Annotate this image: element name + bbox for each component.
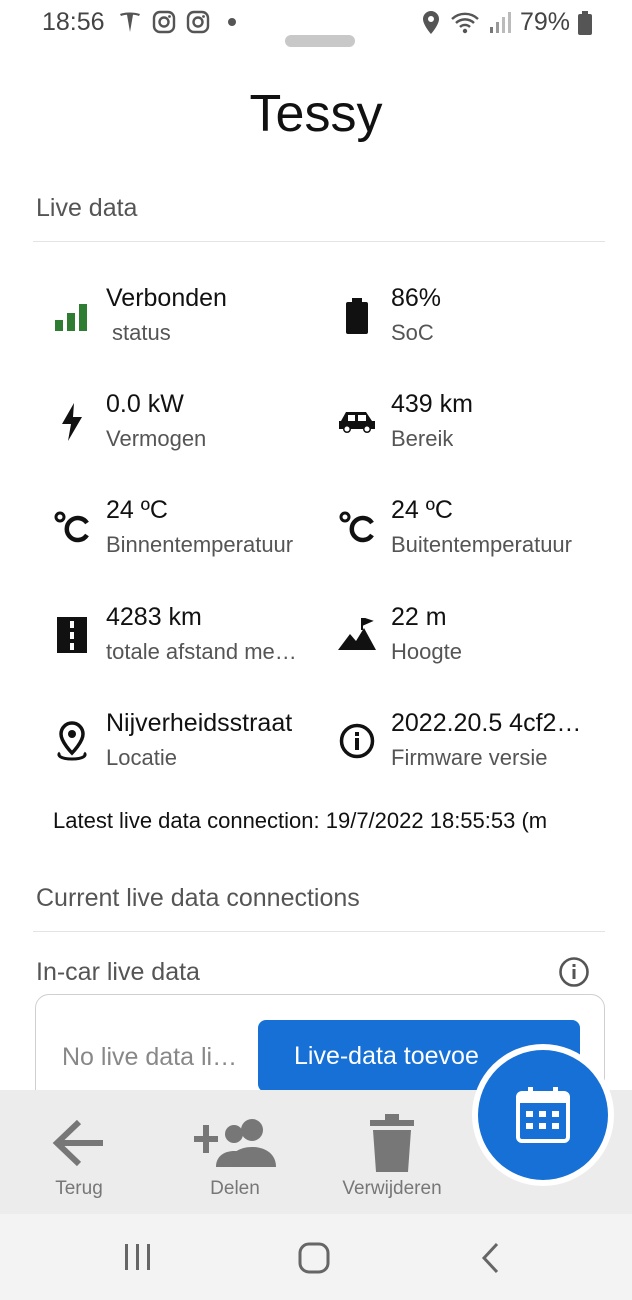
live-item-status: Verbonden status (52, 284, 312, 364)
lightning-icon (52, 402, 92, 442)
live-item-outside-temp: 24 ºC Buitentemperatuur (337, 496, 597, 576)
status-icons-left (118, 10, 244, 34)
live-item-power: 0.0 kW Vermogen (52, 390, 312, 470)
live-item-inside-temp: 24 ºC Binnentemperatuur (52, 496, 312, 576)
live-item-value: 0.0 kW (106, 390, 184, 418)
sheet-grab-handle[interactable] (285, 35, 355, 47)
live-item-value: Nijverheidsstraat (106, 709, 293, 737)
live-item-label: SoC (391, 320, 434, 345)
live-item-location: Nijverheidsstraat Locatie (52, 709, 312, 789)
fab-body (478, 1050, 608, 1180)
live-item-value: 4283 km (106, 603, 202, 631)
live-item-firmware: 2022.20.5 4cf2… Firmware versie (337, 709, 597, 789)
instagram-icon (186, 10, 210, 34)
calendar-icon (516, 1087, 570, 1143)
live-item-soc: 86% SoC (337, 284, 597, 364)
live-item-value: 86% (391, 284, 442, 312)
system-nav-bar (0, 1214, 632, 1300)
home-icon[interactable] (298, 1242, 330, 1279)
arrow-left-icon (38, 1108, 120, 1178)
live-item-label: Firmware versie (391, 745, 548, 770)
live-item-label: Bereik (391, 426, 454, 451)
tesla-icon (120, 12, 140, 32)
live-item-value: 22 m (391, 603, 447, 631)
live-item-altitude: 22 m Hoogte (337, 603, 597, 683)
dot-icon (228, 18, 236, 26)
battery-icon (578, 10, 592, 35)
live-item-range: 439 km Bereik (337, 390, 597, 470)
recent-apps-icon[interactable] (124, 1242, 152, 1277)
live-item-value: 439 km (391, 390, 473, 418)
live-item-label: totale afstand me… (106, 639, 297, 664)
mountain-flag-icon (337, 615, 377, 655)
road-icon (52, 615, 92, 655)
divider (33, 241, 605, 242)
signal-bars-icon (52, 296, 92, 336)
add-people-icon (190, 1108, 280, 1178)
live-item-value: 24 ºC (106, 496, 168, 524)
instagram-icon (152, 10, 176, 34)
wifi-icon (451, 12, 479, 33)
signal-icon (489, 11, 511, 33)
live-item-label: Locatie (106, 745, 177, 770)
info-icon (337, 721, 377, 761)
back-label: Terug (55, 1178, 103, 1199)
location-pin-icon (52, 721, 92, 761)
battery-percent: 79% (519, 8, 570, 36)
celsius-icon (337, 508, 377, 548)
live-item-value: 24 ºC (391, 496, 453, 524)
live-item-label: Vermogen (106, 426, 207, 451)
page-title: Tessy (249, 85, 383, 143)
location-icon (422, 10, 439, 34)
car-icon (337, 402, 377, 442)
live-item-label: Buitentemperatuur (391, 532, 572, 557)
live-data-heading: Live data (36, 194, 138, 222)
divider (33, 931, 605, 932)
calendar-fab[interactable] (472, 1044, 614, 1186)
latest-connection-text: Latest live data connection: 19/7/2022 1… (53, 808, 548, 833)
trash-icon (334, 1108, 450, 1178)
celsius-icon (52, 508, 92, 548)
back-button[interactable]: Terug (38, 1108, 120, 1200)
battery-icon (337, 296, 377, 336)
empty-state-text: No live data li… (62, 1043, 238, 1071)
live-item-odometer: 4283 km totale afstand me… (52, 603, 312, 683)
status-icons-right: 79% (420, 8, 592, 37)
live-item-label: Binnentemperatuur (106, 532, 294, 557)
live-item-label: status (112, 320, 171, 345)
share-button[interactable]: Delen (190, 1108, 280, 1200)
status-time: 18:56 (42, 8, 105, 36)
live-item-label: Hoogte (391, 639, 462, 664)
live-item-value: Verbonden (106, 284, 227, 312)
delete-button[interactable]: Verwijderen (334, 1108, 450, 1200)
delete-label: Verwijderen (342, 1178, 442, 1199)
incar-heading: In-car live data (36, 958, 200, 986)
back-nav-icon[interactable] (480, 1242, 500, 1279)
share-label: Delen (210, 1178, 260, 1199)
info-icon[interactable] (558, 956, 590, 993)
connections-heading: Current live data connections (36, 884, 360, 912)
live-item-value: 2022.20.5 4cf2… (391, 709, 582, 737)
